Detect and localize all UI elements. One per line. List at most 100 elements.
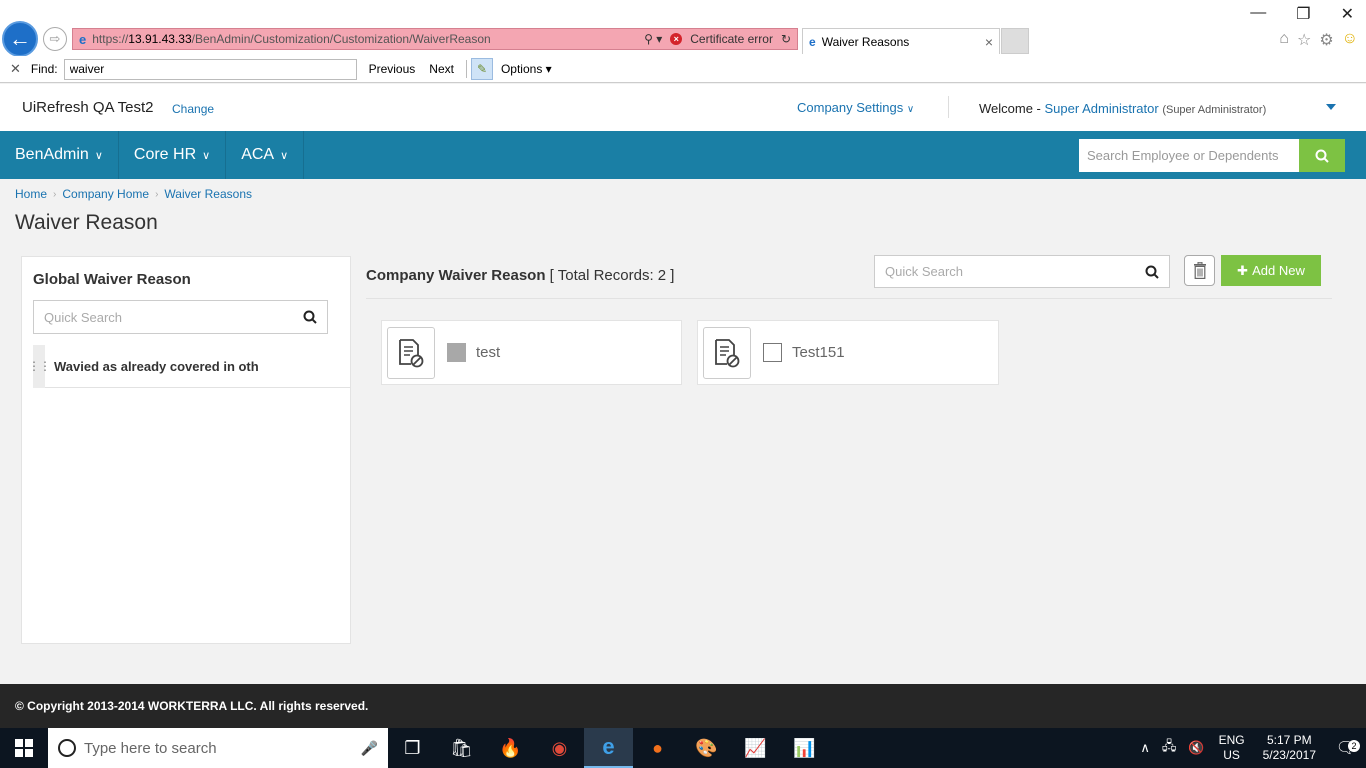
feedback-smiley-icon[interactable]: ☺ — [1342, 30, 1358, 50]
windows-logo-icon — [15, 739, 33, 757]
waiver-card[interactable]: Test151 — [697, 320, 999, 385]
close-find-icon[interactable]: ✕ — [10, 61, 21, 77]
user-menu-caret-icon[interactable] — [1326, 104, 1336, 110]
find-label: Find: — [30, 62, 58, 76]
window-controls: — ❐ ✕ — [1250, 4, 1354, 24]
user-name-link[interactable]: Super Administrator — [1045, 101, 1159, 116]
global-quick-search-input[interactable]: Quick Search — [33, 300, 328, 334]
search-icon[interactable] — [1145, 265, 1159, 279]
header-divider — [948, 96, 949, 118]
breadcrumb-home[interactable]: Home — [15, 187, 47, 201]
chevron-down-icon: ∨ — [94, 149, 103, 162]
chevron-down-icon: ∨ — [202, 149, 211, 162]
tab-title: Waiver Reasons — [821, 34, 910, 49]
browser-toolbar-icons: ⌂ ☆ ⚙ ☺ — [1279, 30, 1358, 50]
minimize-icon[interactable]: — — [1250, 4, 1266, 24]
waiver-card[interactable]: test — [381, 320, 682, 385]
company-panel-heading: Company Waiver Reason — [366, 267, 546, 284]
breadcrumb: Home › Company Home › Waiver Reasons — [15, 187, 252, 201]
paint-icon[interactable]: 🎨 — [682, 728, 731, 768]
company-settings-label: Company Settings — [797, 100, 904, 115]
spreadsheet-icon[interactable]: 📊 — [780, 728, 829, 768]
language-indicator[interactable]: ENG US — [1219, 733, 1245, 763]
company-settings-menu[interactable]: Company Settings ∨ — [797, 100, 914, 115]
user-role: (Super Administrator) — [1162, 104, 1267, 116]
find-options-button[interactable]: Options ▾ — [501, 62, 552, 76]
nav-label: BenAdmin — [15, 146, 89, 163]
network-icon[interactable]: 🖧 — [1162, 737, 1177, 759]
employee-search-input[interactable]: Search Employee or Dependents — [1079, 139, 1299, 172]
store-icon[interactable]: 🛍 — [437, 728, 486, 768]
clock-time: 5:17 PM — [1266, 733, 1312, 747]
chrome-icon[interactable]: ◉ — [535, 728, 584, 768]
address-bar[interactable]: e https://13.91.43.33/BenAdmin/Customiza… — [72, 28, 798, 50]
chart-app-icon[interactable]: 📈 — [731, 728, 780, 768]
cert-error-icon[interactable]: × — [670, 33, 683, 45]
company-quick-search-input[interactable]: Quick Search — [874, 255, 1170, 288]
waiver-card-label: Test151 — [792, 344, 845, 361]
clock[interactable]: 5:17 PM 5/23/2017 — [1263, 733, 1316, 763]
global-waiver-panel: Global Waiver Reason Quick Search ⋮⋮ Wav… — [21, 256, 351, 644]
nav-item-core-hr[interactable]: Core HR ∨ — [119, 131, 227, 179]
search-icon[interactable] — [303, 310, 317, 324]
find-input[interactable] — [63, 58, 357, 80]
taskbar-search-input[interactable]: Type here to search 🎤 — [48, 728, 388, 768]
global-search-placeholder: Quick Search — [44, 309, 123, 325]
add-new-button[interactable]: ✚ Add New — [1221, 255, 1321, 286]
cortana-icon — [58, 739, 76, 757]
add-new-label: Add New — [1252, 263, 1305, 278]
waiver-document-icon[interactable] — [703, 326, 751, 379]
search-dropdown-icon[interactable]: ⚲ ▾ — [644, 32, 662, 46]
nav-item-aca[interactable]: ACA ∨ — [226, 131, 305, 179]
notification-count: 2 — [1348, 740, 1360, 752]
change-company-link[interactable]: Change — [172, 102, 214, 116]
delete-button[interactable] — [1184, 255, 1215, 286]
settings-gear-icon[interactable]: ⚙ — [1319, 30, 1333, 50]
notification-center-icon[interactable]: 🗨 2 — [1326, 738, 1366, 758]
favorites-star-icon[interactable]: ☆ — [1297, 30, 1311, 50]
forward-arrow-icon[interactable]: ⇨ — [43, 27, 67, 51]
find-previous-button[interactable]: Previous — [367, 62, 418, 76]
nav-label: ACA — [241, 146, 275, 163]
refresh-icon[interactable]: ↻ — [781, 32, 791, 46]
breadcrumb-waiver-reasons[interactable]: Waiver Reasons — [164, 187, 252, 201]
highlight-pen-icon[interactable]: ✎ — [470, 58, 493, 80]
chevron-down-icon: ∨ — [906, 104, 915, 115]
close-window-icon[interactable]: ✕ — [1341, 4, 1354, 24]
nav-item-benadmin[interactable]: BenAdmin ∨ — [0, 131, 119, 179]
cert-error-label[interactable]: Certificate error — [690, 32, 773, 46]
company-name: UiRefresh QA Test2 — [22, 99, 154, 116]
waiver-card-checkbox[interactable] — [763, 343, 782, 362]
page-footer: © Copyright 2013-2014 WORKTERRA LLC. All… — [0, 684, 1366, 728]
employee-search-button[interactable] — [1299, 139, 1345, 172]
firefox-icon[interactable]: ● — [633, 728, 682, 768]
find-bar: ✕ Find: Previous Next ✎ Options ▾ — [0, 56, 1366, 83]
tab-close-icon[interactable]: × — [985, 34, 993, 50]
internet-explorer-icon[interactable]: e — [584, 728, 633, 768]
home-icon[interactable]: ⌂ — [1279, 30, 1289, 50]
global-waiver-item[interactable]: ⋮⋮ Wavied as already covered in other — [28, 344, 351, 388]
chevron-up-icon[interactable]: ∧ — [1140, 740, 1150, 756]
microphone-icon[interactable]: 🎤 — [361, 740, 378, 757]
start-button[interactable] — [0, 728, 48, 768]
waiver-card-checkbox[interactable] — [447, 343, 466, 362]
find-next-button[interactable]: Next — [427, 62, 456, 76]
waiver-document-icon[interactable] — [387, 326, 435, 379]
task-view-icon[interactable]: ❐ — [388, 728, 437, 768]
browser-tab[interactable]: e Waiver Reasons × — [802, 28, 1000, 54]
back-arrow-icon[interactable]: ← — [2, 21, 38, 57]
restore-icon[interactable]: ❐ — [1296, 4, 1310, 24]
volume-muted-icon[interactable]: 🔇 — [1188, 740, 1204, 756]
chevron-down-icon: ∨ — [280, 149, 289, 162]
app-flame-icon[interactable]: 🔥 — [486, 728, 535, 768]
ie-page-icon: e — [79, 31, 87, 47]
new-tab-button[interactable] — [1001, 28, 1029, 54]
drag-handle-icon[interactable]: ⋮⋮ — [28, 344, 51, 388]
breadcrumb-separator-icon: › — [155, 188, 159, 200]
waiver-card-label: test — [476, 344, 501, 361]
lang-top: ENG — [1218, 733, 1245, 747]
company-panel-title: Company Waiver Reason [ Total Records: 2… — [366, 267, 674, 284]
trash-icon — [1193, 262, 1206, 279]
url-path: /BenAdmin/Customization/Customization/Wa… — [191, 32, 491, 46]
breadcrumb-company-home[interactable]: Company Home — [62, 187, 149, 201]
